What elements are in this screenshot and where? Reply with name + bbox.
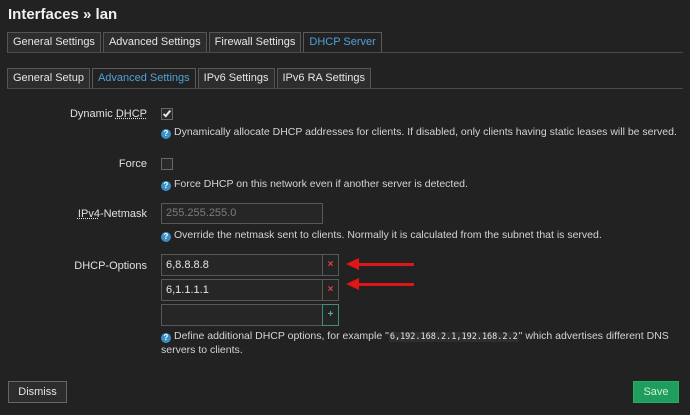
dhcp-options-help-prefix: Define additional DHCP options, for exam… bbox=[174, 330, 389, 342]
force-label: Force bbox=[118, 158, 147, 170]
annotation-arrow-line bbox=[356, 283, 414, 286]
help-circle-icon: ? bbox=[161, 232, 171, 242]
dhcp-options-help: ? Define additional DHCP options, for exa… bbox=[161, 330, 669, 344]
dhcp-option-input[interactable]: 6,1.1.1.1 bbox=[161, 279, 323, 301]
dismiss-button[interactable]: Dismiss bbox=[8, 381, 67, 403]
dhcp-option-new-row: + bbox=[161, 304, 339, 326]
force-help: ? Force DHCP on this network even if anot… bbox=[161, 178, 468, 191]
add-option-button[interactable]: + bbox=[322, 304, 339, 326]
dynamic-dhcp-label-text: Dynamic bbox=[69, 108, 116, 120]
dynamic-dhcp-label: Dynamic DHCP bbox=[70, 108, 147, 120]
dynamic-dhcp-help-text: Dynamically allocate DHCP addresses for … bbox=[174, 126, 677, 138]
force-checkbox[interactable] bbox=[161, 158, 173, 170]
dhcp-options-help-line2: servers to clients. bbox=[161, 344, 243, 356]
help-circle-icon: ? bbox=[161, 129, 171, 139]
main-tabbar: General Settings Advanced Settings Firew… bbox=[7, 32, 382, 53]
dhcp-option-row: 6,8.8.8.8 × bbox=[161, 254, 339, 276]
dhcp-options-help-code: 6,192.168.2.1,192.168.2.2 bbox=[388, 332, 519, 342]
tab-advanced-settings[interactable]: Advanced Settings bbox=[102, 32, 207, 53]
annotation-arrow-line bbox=[356, 263, 414, 266]
netmask-label: IPv4-Netmask bbox=[78, 208, 147, 220]
tab-firewall-settings[interactable]: Firewall Settings bbox=[208, 32, 302, 53]
dhcp-option-new-input[interactable] bbox=[161, 304, 323, 326]
force-help-text: Force DHCP on this network even if anoth… bbox=[174, 178, 468, 190]
dynamic-dhcp-label-abbr: DHCP bbox=[115, 108, 147, 120]
dhcp-option-row: 6,1.1.1.1 × bbox=[161, 279, 339, 301]
dhcp-options-label: DHCP-Options bbox=[74, 260, 147, 272]
remove-option-button[interactable]: × bbox=[322, 279, 339, 301]
annotation-arrow-icon bbox=[346, 278, 359, 290]
help-circle-icon: ? bbox=[161, 333, 171, 343]
save-button[interactable]: Save bbox=[633, 381, 679, 403]
sub-tabbar: General Setup Advanced Settings IPv6 Set… bbox=[7, 68, 372, 89]
netmask-label-text: -Netmask bbox=[99, 208, 147, 220]
page-title: Interfaces » lan bbox=[8, 6, 118, 23]
tab-general-settings[interactable]: General Settings bbox=[7, 32, 101, 53]
sub-tab-divider bbox=[7, 88, 683, 89]
checkmark-icon bbox=[162, 108, 172, 118]
dhcp-option-input[interactable]: 6,8.8.8.8 bbox=[161, 254, 323, 276]
subtab-advanced-settings[interactable]: Advanced Settings bbox=[91, 68, 196, 89]
netmask-help: ? Override the netmask sent to clients. N… bbox=[161, 229, 602, 242]
remove-option-button[interactable]: × bbox=[322, 254, 339, 276]
dynamic-dhcp-checkbox[interactable] bbox=[161, 108, 173, 120]
netmask-help-text: Override the netmask sent to clients. No… bbox=[174, 229, 602, 241]
subtab-ipv6-settings[interactable]: IPv6 Settings bbox=[197, 68, 275, 89]
annotation-arrow-icon bbox=[346, 258, 359, 270]
help-circle-icon: ? bbox=[161, 181, 171, 191]
tab-dhcp-server[interactable]: DHCP Server bbox=[303, 32, 382, 53]
subtab-general-setup[interactable]: General Setup bbox=[7, 68, 90, 89]
netmask-label-abbr: IPv4 bbox=[77, 208, 100, 220]
netmask-input[interactable]: 255.255.255.0 bbox=[161, 203, 323, 224]
subtab-ipv6-ra-settings[interactable]: IPv6 RA Settings bbox=[276, 68, 372, 89]
dynamic-dhcp-help: ? Dynamically allocate DHCP addresses for… bbox=[161, 126, 677, 139]
main-tab-divider bbox=[7, 52, 683, 53]
dhcp-options-help-suffix: " which advertises different DNS bbox=[518, 330, 669, 342]
